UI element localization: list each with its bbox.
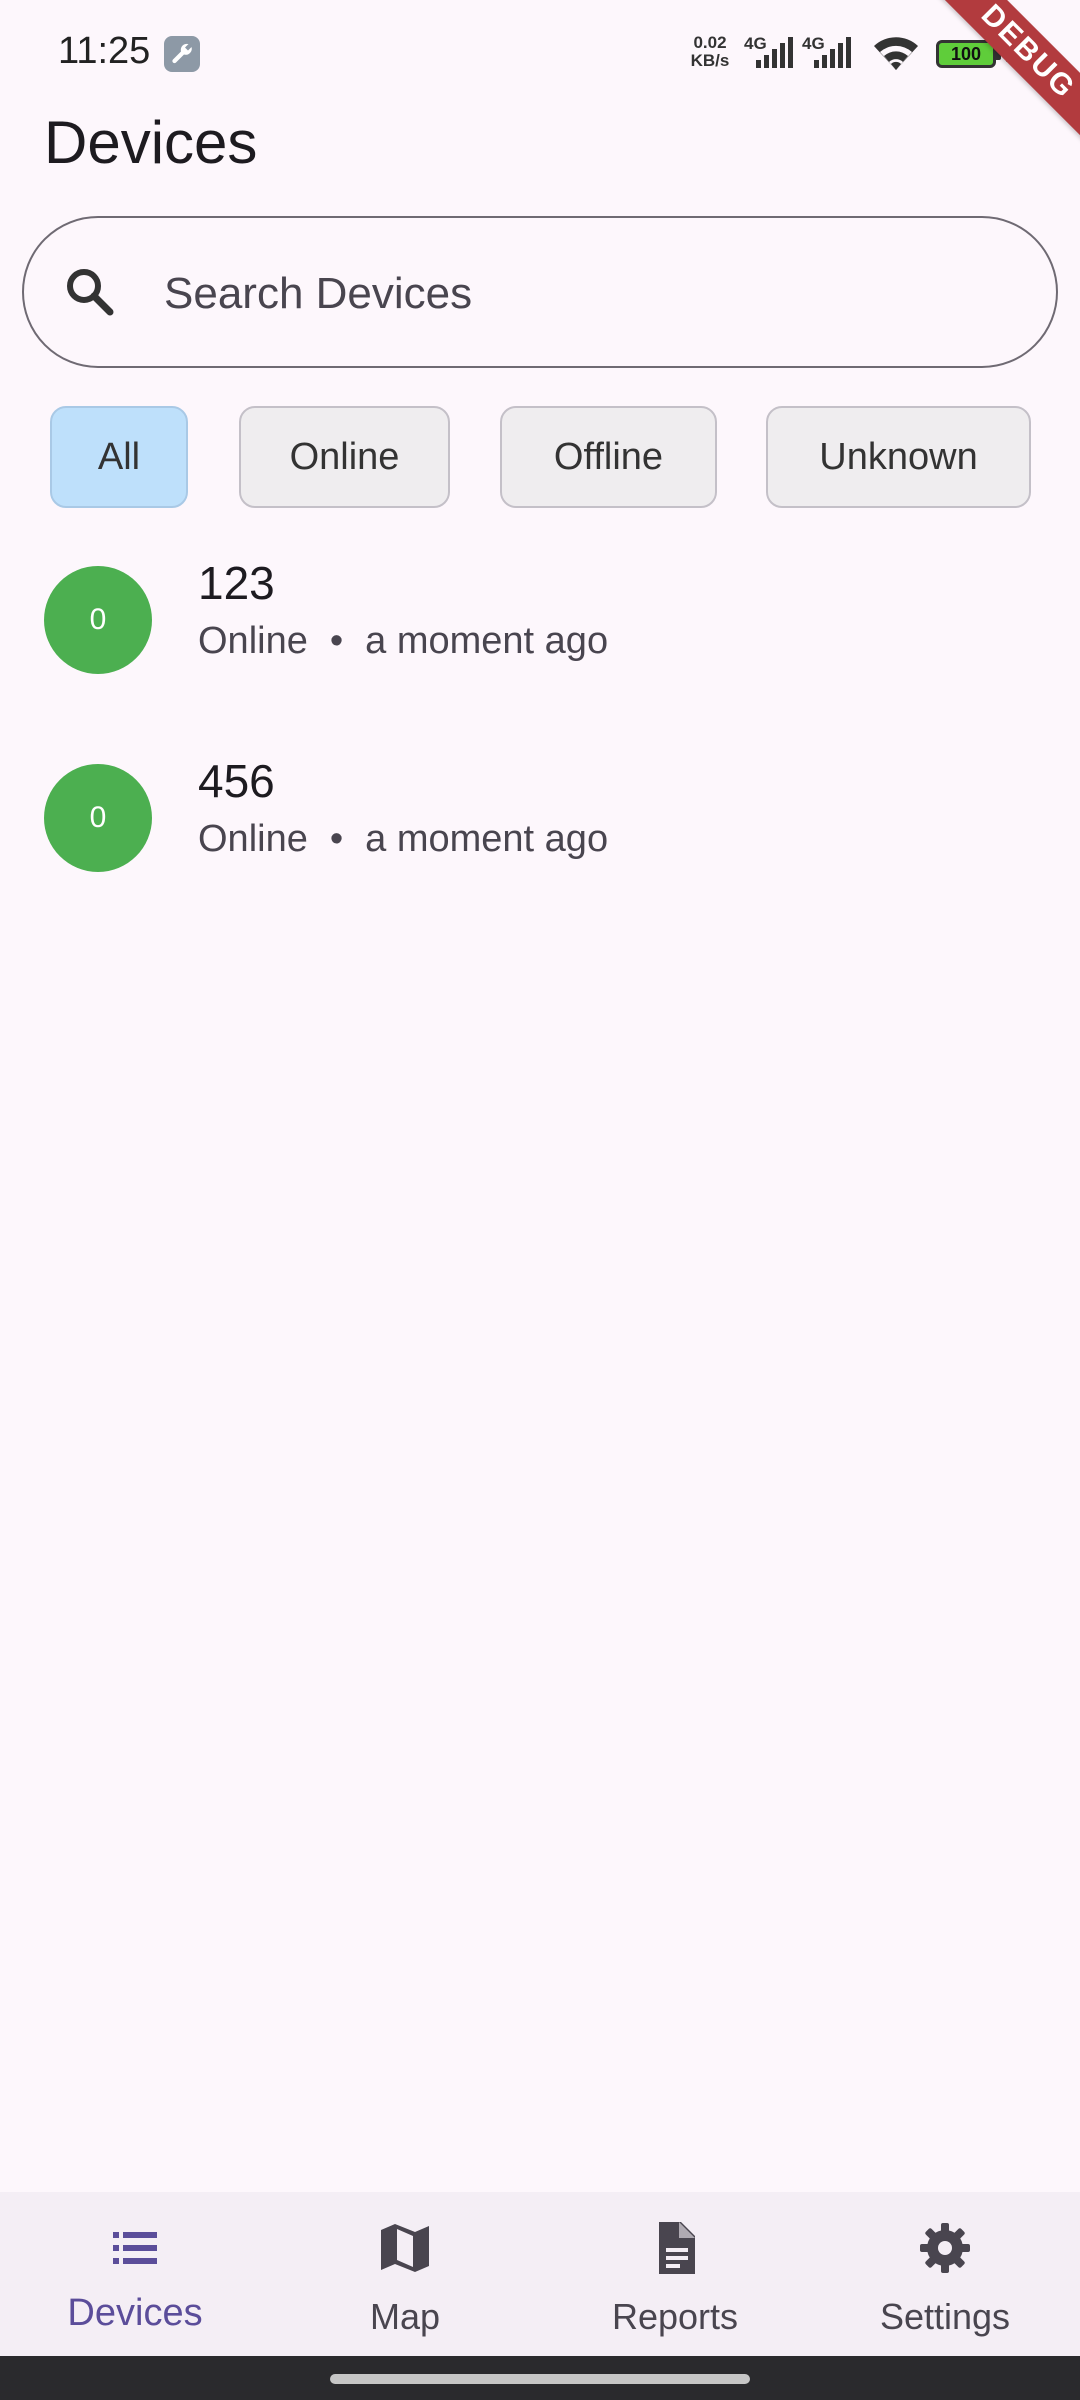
device-name: 456 xyxy=(198,755,275,807)
device-list-item[interactable]: 0 456 Online • a moment ago xyxy=(0,726,1080,922)
separator-dot: • xyxy=(329,620,344,662)
page-title: Devices xyxy=(44,109,258,176)
list-icon xyxy=(113,2232,157,2264)
gesture-handle[interactable] xyxy=(330,2374,750,2384)
nav-label: Reports xyxy=(611,2296,739,2337)
device-status-line: Online • a moment ago xyxy=(198,818,608,861)
device-avatar: 0 xyxy=(44,566,152,674)
device-name: 123 xyxy=(198,557,275,609)
device-status-line: Online • a moment ago xyxy=(198,620,608,663)
nav-label: Devices xyxy=(67,2292,203,2334)
device-last-seen: a moment ago xyxy=(365,818,609,860)
filter-chip-all[interactable]: All xyxy=(50,406,188,508)
wrench-icon xyxy=(164,36,200,72)
system-navigation-area xyxy=(0,2356,1080,2400)
status-time: 11:25 xyxy=(58,30,151,72)
battery-level: 100 xyxy=(950,44,982,64)
gear-icon xyxy=(920,2223,970,2273)
device-avatar: 0 xyxy=(44,764,152,872)
nav-label: Map xyxy=(369,2296,441,2337)
battery-icon: 100 xyxy=(936,40,996,68)
devices-screen: 11:25 0.02 KB/s 4G 4G 100 DEBUG Devices … xyxy=(0,0,1080,2400)
nav-item-reports[interactable]: Reports xyxy=(540,2192,810,2356)
status-bar: 11:25 0.02 KB/s 4G 4G 100 xyxy=(0,0,1080,100)
nav-item-map[interactable]: Map xyxy=(270,2192,540,2356)
device-status: Online xyxy=(198,620,308,662)
document-icon xyxy=(659,2222,695,2274)
search-bar[interactable] xyxy=(22,216,1058,368)
search-icon xyxy=(67,269,114,316)
wifi-icon xyxy=(874,37,918,70)
network-speed-unit: KB/s xyxy=(690,51,730,70)
filter-chip-unknown[interactable]: Unknown xyxy=(766,406,1031,508)
device-last-seen: a moment ago xyxy=(365,620,609,662)
nav-item-settings[interactable]: Settings xyxy=(810,2192,1080,2356)
nav-item-devices[interactable]: Devices xyxy=(0,2192,270,2356)
nav-label: Settings xyxy=(879,2296,1011,2337)
signal-bars-icon xyxy=(814,37,851,68)
bottom-navigation: Devices Map Reports Settings xyxy=(0,2192,1080,2356)
search-input[interactable] xyxy=(164,256,1014,332)
filter-chip-offline[interactable]: Offline xyxy=(500,406,717,508)
separator-dot: • xyxy=(329,818,344,860)
map-icon xyxy=(381,2224,429,2272)
network-speed: 0.02 KB/s xyxy=(684,34,736,70)
device-list-item[interactable]: 0 123 Online • a moment ago xyxy=(0,528,1080,724)
device-status: Online xyxy=(198,818,308,860)
network-speed-value: 0.02 xyxy=(693,33,727,52)
filter-chip-online[interactable]: Online xyxy=(239,406,450,508)
signal-bars-icon xyxy=(756,37,793,68)
